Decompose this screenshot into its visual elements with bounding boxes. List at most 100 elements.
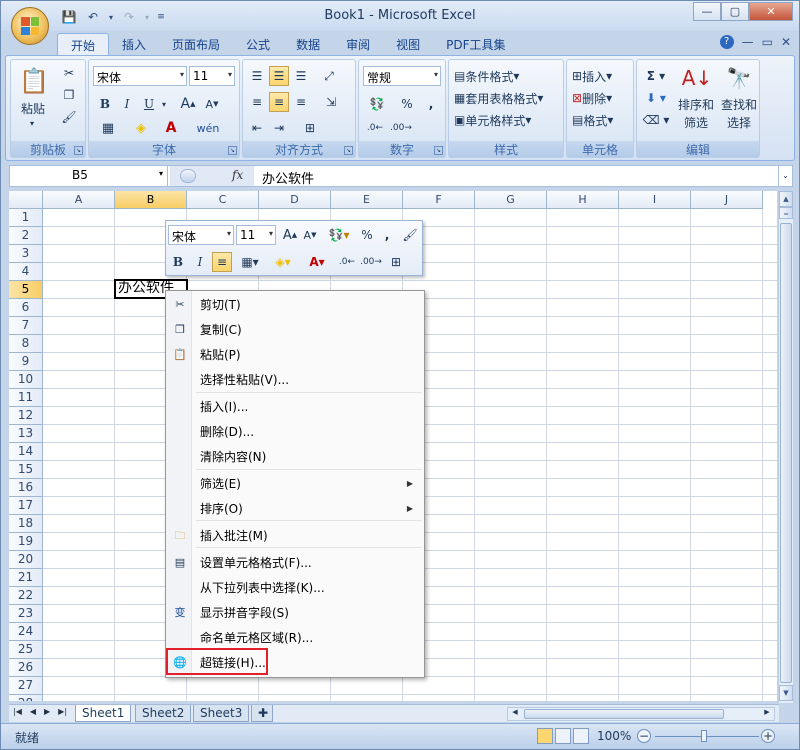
close-button[interactable]: ✕ xyxy=(749,2,793,21)
office-button[interactable] xyxy=(11,7,49,45)
page-break-view-icon[interactable] xyxy=(573,728,589,744)
column-header-f[interactable]: F xyxy=(403,191,475,209)
menu-item-copy[interactable]: 复制(C) xyxy=(193,319,423,341)
formula-bar-grip-icon[interactable] xyxy=(180,169,196,183)
mini-font-combo[interactable]: 宋体 ▾ xyxy=(168,225,234,245)
row-header-18[interactable]: 18 xyxy=(9,515,43,533)
row-header-23[interactable]: 23 xyxy=(9,605,43,623)
tab-data[interactable]: 数据 xyxy=(283,33,333,55)
column-header-d[interactable]: D xyxy=(259,191,331,209)
row-header-17[interactable]: 17 xyxy=(9,497,43,515)
mini-fill-color-icon[interactable]: ◈▾ xyxy=(268,252,298,272)
menu-item-clear-contents[interactable]: 清除内容(N) xyxy=(193,446,423,468)
vertical-scrollbar[interactable]: ▲ ═ ▼ xyxy=(778,191,793,703)
format-as-table-button[interactable]: ▦ 套用表格格式 ▾ xyxy=(453,88,561,108)
delete-cells-button[interactable]: ⊠ 删除 ▾ xyxy=(571,88,633,108)
number-format-combo[interactable]: 常规 ▾ xyxy=(363,66,441,86)
comma-button[interactable]: , xyxy=(421,94,441,114)
zoom-out-icon[interactable]: − xyxy=(637,729,651,743)
maximize-button[interactable]: ▢ xyxy=(721,2,749,21)
row-header-25[interactable]: 25 xyxy=(9,641,43,659)
row-header-3[interactable]: 3 xyxy=(9,245,43,263)
paste-button[interactable]: 粘贴 xyxy=(15,100,51,116)
scroll-right-icon[interactable]: ▶ xyxy=(760,708,774,720)
orientation-icon[interactable]: ⤢ xyxy=(319,66,339,86)
percent-button[interactable]: % xyxy=(397,94,417,114)
row-header-14[interactable]: 14 xyxy=(9,443,43,461)
underline-button[interactable]: U xyxy=(139,94,159,114)
formula-input[interactable]: 办公软件 xyxy=(262,168,314,187)
vertical-scroll-thumb[interactable] xyxy=(780,223,792,683)
tab-formulas[interactable]: 公式 xyxy=(233,33,283,55)
cell-styles-button[interactable]: ▣ 单元格样式 ▾ xyxy=(453,110,561,130)
normal-view-icon[interactable] xyxy=(537,728,553,744)
menu-item-cut[interactable]: 剪切(T) xyxy=(193,294,423,316)
row-header-8[interactable]: 8 xyxy=(9,335,43,353)
menu-item-paste-special[interactable]: 选择性粘贴(V)... xyxy=(193,369,423,391)
row-header-21[interactable]: 21 xyxy=(9,569,43,587)
font-launcher-icon[interactable]: ↘ xyxy=(228,146,237,155)
column-header-g[interactable]: G xyxy=(475,191,547,209)
row-header-11[interactable]: 11 xyxy=(9,389,43,407)
prev-sheet-icon[interactable]: ◀ xyxy=(30,707,36,716)
mini-comma-button[interactable]: , xyxy=(378,225,396,245)
row-header-15[interactable]: 15 xyxy=(9,461,43,479)
accounting-format-icon[interactable]: 💱 xyxy=(363,94,391,114)
column-header-e[interactable]: E xyxy=(331,191,403,209)
mini-shrink-font-icon[interactable]: A ▼ xyxy=(300,225,320,245)
minimize-button[interactable]: — xyxy=(693,2,721,21)
scroll-left-icon[interactable]: ◀ xyxy=(508,708,522,720)
menu-item-pick-from-list[interactable]: 从下拉列表中选择(K)... xyxy=(193,577,423,599)
menu-item-delete[interactable]: 删除(D)... xyxy=(193,421,423,443)
align-left-icon[interactable]: ≡ xyxy=(247,92,267,112)
align-right-icon[interactable]: ≡ xyxy=(291,92,311,112)
row-header-22[interactable]: 22 xyxy=(9,587,43,605)
workbook-minimize-button[interactable]: — xyxy=(742,35,754,49)
align-top-icon[interactable]: ☰ xyxy=(247,66,267,86)
select-all-corner[interactable] xyxy=(9,191,43,209)
insert-sheet-icon[interactable]: ✚ xyxy=(251,705,273,722)
menu-item-show-phonetic[interactable]: 显示拼音字段(S) xyxy=(193,602,423,624)
row-header-4[interactable]: 4 xyxy=(9,263,43,281)
insert-function-button[interactable]: fx xyxy=(232,168,243,182)
clear-icon[interactable]: ⌫ ▾ xyxy=(641,110,671,130)
format-painter-icon[interactable]: 🖌 xyxy=(59,108,79,126)
sheet-tab-1[interactable]: Sheet1 xyxy=(75,705,132,722)
font-color-icon[interactable]: A xyxy=(159,118,183,138)
row-header-13[interactable]: 13 xyxy=(9,425,43,443)
expand-formula-bar-icon[interactable]: ⌄ xyxy=(778,166,792,186)
mini-grow-font-icon[interactable]: A ▲ xyxy=(280,225,300,245)
mini-center-icon[interactable]: ≡ xyxy=(212,252,232,272)
find-select-label-1[interactable]: 查找和 xyxy=(717,96,761,112)
mini-size-combo[interactable]: 11 ▾ xyxy=(236,225,276,245)
row-header-26[interactable]: 26 xyxy=(9,659,43,677)
sort-filter-icon[interactable]: A↓ xyxy=(677,64,717,92)
font-name-combo[interactable]: 宋体 ▾ xyxy=(93,66,187,86)
border-icon[interactable]: ▦ xyxy=(95,118,121,138)
merge-center-icon[interactable]: ⊞ xyxy=(297,118,323,138)
mini-border-icon[interactable]: ▦▾ xyxy=(236,252,264,272)
clipboard-launcher-icon[interactable]: ↘ xyxy=(74,146,83,155)
mini-accounting-icon[interactable]: 💱▾ xyxy=(324,225,354,245)
conditional-format-button[interactable]: ▤ 条件格式 ▾ xyxy=(453,66,561,86)
column-header-j[interactable]: J xyxy=(691,191,763,209)
mini-format-painter-icon[interactable]: 🖌 xyxy=(400,225,420,245)
name-box[interactable]: B5 ▾ xyxy=(10,166,168,186)
find-select-icon[interactable]: 🔭 xyxy=(721,64,757,92)
row-header-5[interactable]: 5 xyxy=(9,281,43,299)
paste-icon[interactable]: 📋 xyxy=(17,64,51,98)
column-header-c[interactable]: C xyxy=(187,191,259,209)
page-layout-view-icon[interactable] xyxy=(555,728,571,744)
increase-decimal-icon[interactable]: .0← xyxy=(363,118,387,138)
tab-view[interactable]: 视图 xyxy=(383,33,433,55)
format-cells-button[interactable]: ▤ 格式 ▾ xyxy=(571,110,633,130)
zoom-thumb[interactable] xyxy=(701,730,707,742)
insert-cells-button[interactable]: ⊞ 插入 ▾ xyxy=(571,66,633,86)
horizontal-scrollbar[interactable]: ◀ ▶ xyxy=(507,707,775,721)
mini-bold-button[interactable]: B xyxy=(168,252,188,272)
find-select-label-2[interactable]: 选择 xyxy=(717,114,761,130)
align-middle-icon[interactable]: ☰ xyxy=(269,66,289,86)
scroll-down-icon[interactable]: ▼ xyxy=(779,685,793,701)
horizontal-scroll-thumb[interactable] xyxy=(524,709,724,719)
zoom-level[interactable]: 100% xyxy=(597,729,631,743)
